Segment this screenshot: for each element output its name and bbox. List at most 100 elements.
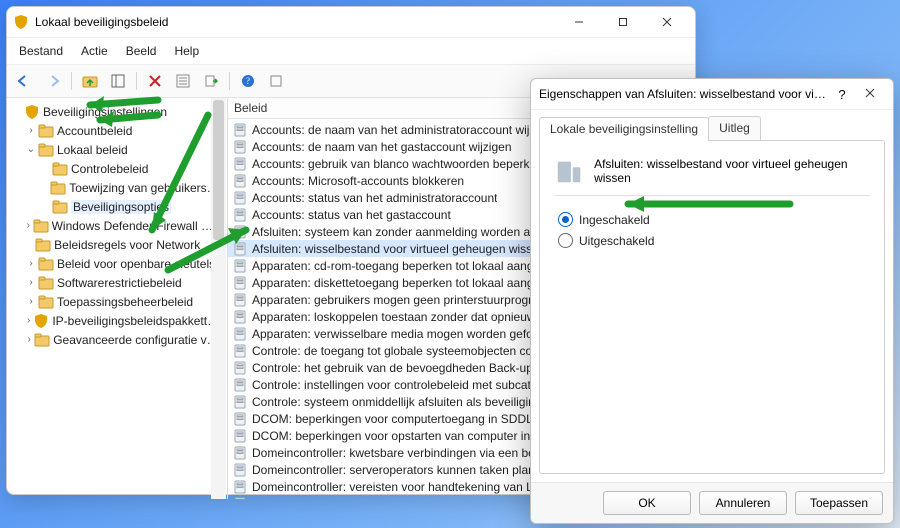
maximize-button[interactable] — [601, 8, 645, 36]
app-icon — [13, 14, 29, 30]
tree-item[interactable]: Beveiligingsopties — [9, 197, 225, 216]
policy-icon — [234, 378, 248, 392]
expander-icon[interactable]: › — [25, 334, 33, 345]
dialog-close-button[interactable] — [855, 87, 885, 101]
policy-icon — [234, 344, 248, 358]
menu-help[interactable]: Help — [172, 42, 201, 60]
tree-item[interactable]: › Geavanceerde configuratie van controleb… — [9, 330, 225, 349]
list-row-label: Accounts: de naam van het administratora… — [252, 123, 558, 137]
dialog-title: Eigenschappen van Afsluiten: wisselbesta… — [539, 87, 829, 101]
expander-icon[interactable]: ⌄ — [25, 144, 37, 155]
expander-icon[interactable]: › — [25, 258, 37, 269]
minimize-button[interactable] — [557, 8, 601, 36]
dialog-button-bar: OK Annuleren Toepassen — [531, 482, 893, 523]
tab-page: Afsluiten: wisselbestand voor virtueel g… — [539, 140, 885, 474]
tree-root-label: Beveiligingsinstellingen — [43, 105, 167, 119]
tree-item[interactable]: ›Windows Defender Firewall met geavancee… — [9, 216, 225, 235]
svg-text:?: ? — [246, 76, 250, 86]
tree-item-label: Softwarerestrictiebeleid — [57, 276, 182, 290]
tree-item[interactable]: › Toepassingsbeheerbeleid — [9, 292, 225, 311]
nav-back-button[interactable] — [13, 69, 37, 93]
radio-enabled[interactable]: Ingeschakeld — [558, 212, 866, 227]
folder-icon — [35, 237, 51, 253]
apply-button[interactable]: Toepassen — [795, 491, 883, 515]
show-hide-tree-button[interactable] — [106, 69, 130, 93]
cancel-button[interactable]: Annuleren — [699, 491, 787, 515]
folder-icon — [52, 199, 68, 215]
folder-icon — [38, 142, 54, 158]
titlebar: Lokaal beveiligingsbeleid — [7, 7, 695, 38]
properties-dialog: Eigenschappen van Afsluiten: wisselbesta… — [530, 78, 894, 524]
expander-icon[interactable]: › — [25, 296, 37, 307]
export-button[interactable] — [199, 69, 223, 93]
policy-icon — [234, 446, 248, 460]
help-button[interactable]: ? — [236, 69, 260, 93]
tab-local-setting[interactable]: Lokale beveiligingsinstelling — [539, 117, 709, 141]
refresh-button[interactable] — [264, 69, 288, 93]
tree-item-label: Controlebeleid — [71, 162, 148, 176]
policy-name: Afsluiten: wisselbestand voor virtueel g… — [594, 157, 870, 185]
expander-icon[interactable]: › — [25, 277, 37, 288]
dialog-tabs: Lokale beveiligingsinstelling Uitleg — [531, 110, 893, 140]
menu-action[interactable]: Actie — [79, 42, 110, 60]
policy-icon — [234, 157, 248, 171]
help-icon[interactable]: ? — [829, 87, 855, 102]
tree-item[interactable]: ⌄ Lokaal beleid — [9, 140, 225, 159]
folder-icon — [50, 180, 66, 196]
delete-button[interactable] — [143, 69, 167, 93]
tree-pane[interactable]: Beveiligingsinstellingen › Accountbeleid ⌄… — [7, 98, 228, 499]
menu-view[interactable]: Beeld — [124, 42, 159, 60]
properties-button[interactable] — [171, 69, 195, 93]
list-row-label: Accounts: Microsoft-accounts blokkeren — [252, 174, 464, 188]
menubar: Bestand Actie Beeld Help — [7, 38, 695, 65]
up-level-button[interactable] — [78, 69, 102, 93]
dialog-titlebar: Eigenschappen van Afsluiten: wisselbesta… — [531, 79, 893, 110]
tree-item-label: Lokaal beleid — [57, 143, 128, 157]
tree-item[interactable]: › Accountbeleid — [9, 121, 225, 140]
tree-item[interactable]: Beleidsregels voor Network List Manager — [9, 235, 225, 254]
policy-icon — [234, 463, 248, 477]
list-row-label: Domeincontroller: serveroperators kunnen… — [252, 463, 555, 477]
close-button[interactable] — [645, 8, 689, 36]
nav-forward-button[interactable] — [41, 69, 65, 93]
policy-icon — [234, 480, 248, 494]
folder-icon — [34, 332, 50, 348]
policy-icon — [234, 412, 248, 426]
policy-icon — [234, 208, 248, 222]
tree-item[interactable]: ›Beleid voor openbare sleutels — [9, 254, 225, 273]
tree-item-label: Geavanceerde configuratie van controlebe… — [53, 333, 221, 347]
policy-icon — [234, 259, 248, 273]
tree-scrollbar[interactable] — [211, 98, 226, 499]
policy-icon — [234, 293, 248, 307]
policy-icon — [234, 327, 248, 341]
tree-item-label: Beleidsregels voor Network List Manager — [54, 238, 221, 252]
folder-icon — [38, 256, 54, 272]
folder-icon — [33, 218, 49, 234]
policy-server-icon — [554, 155, 584, 187]
policy-icon — [234, 361, 248, 375]
list-row-label: Accounts: de naam van het gastaccount wi… — [252, 140, 512, 154]
tree-item[interactable]: Toewijzing van gebruikersrechten — [9, 178, 225, 197]
tree-item[interactable]: › IP-beveiligingsbeleidspakketten op Loka… — [9, 311, 225, 330]
ok-button[interactable]: OK — [603, 491, 691, 515]
tree-root[interactable]: Beveiligingsinstellingen — [9, 102, 225, 121]
tree-item[interactable]: Controlebeleid — [9, 159, 225, 178]
policy-icon — [234, 242, 248, 256]
menu-file[interactable]: Bestand — [17, 42, 65, 60]
expander-icon[interactable]: › — [25, 220, 32, 231]
tree-item-label: Toewijzing van gebruikersrechten — [69, 181, 221, 195]
folder-icon — [38, 294, 54, 310]
window-title: Lokaal beveiligingsbeleid — [35, 15, 557, 29]
tree-item-label: IP-beveiligingsbeleidspakketten op Lokal… — [52, 314, 221, 328]
shield-icon — [33, 313, 49, 329]
expander-icon[interactable]: › — [25, 315, 32, 326]
policy-icon — [234, 123, 248, 137]
policy-icon — [234, 276, 248, 290]
expander-icon[interactable]: › — [25, 125, 37, 136]
tab-explain[interactable]: Uitleg — [708, 116, 761, 140]
radio-disabled[interactable]: Uitgeschakeld — [558, 233, 866, 248]
tree-item-label: Toepassingsbeheerbeleid — [57, 295, 193, 309]
policy-icon — [234, 174, 248, 188]
tree-item-label: Accountbeleid — [57, 124, 132, 138]
tree-item[interactable]: › Softwarerestrictiebeleid — [9, 273, 225, 292]
